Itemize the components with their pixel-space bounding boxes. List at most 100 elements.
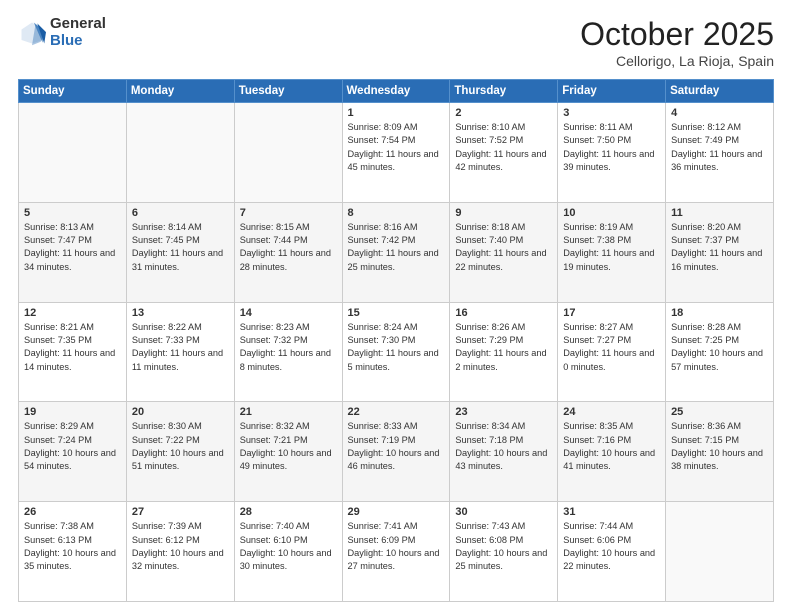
day-header-sunday: Sunday xyxy=(19,80,127,103)
day-info: Sunrise: 7:43 AMSunset: 6:08 PMDaylight:… xyxy=(455,520,552,573)
logo: General Blue xyxy=(18,16,106,49)
day-info: Sunrise: 8:11 AMSunset: 7:50 PMDaylight:… xyxy=(563,121,660,174)
calendar-week-5: 26 Sunrise: 7:38 AMSunset: 6:13 PMDayligh… xyxy=(19,502,774,602)
day-number: 20 xyxy=(132,406,229,418)
day-header-thursday: Thursday xyxy=(450,80,558,103)
calendar-cell: 24Sunrise: 8:35 AMSunset: 7:16 PMDayligh… xyxy=(558,402,666,502)
day-info: Sunrise: 8:35 AMSunset: 7:16 PMDaylight:… xyxy=(563,420,660,473)
day-info: Sunrise: 8:29 AMSunset: 7:24 PMDaylight:… xyxy=(24,420,121,473)
calendar-cell: 2 Sunrise: 8:10 AMSunset: 7:52 PMDaylight… xyxy=(450,103,558,203)
day-number: 12 xyxy=(24,307,121,319)
calendar-cell: 11 Sunrise: 8:20 AMSunset: 7:37 PMDayligh… xyxy=(666,202,774,302)
day-number: 31 xyxy=(563,506,660,518)
day-number: 9 xyxy=(455,207,552,219)
day-info: Sunrise: 7:38 AMSunset: 6:13 PMDaylight:… xyxy=(24,520,121,573)
day-info: Sunrise: 7:44 AMSunset: 6:06 PMDaylight:… xyxy=(563,520,660,573)
calendar-header-row: SundayMondayTuesdayWednesdayThursdayFrid… xyxy=(19,80,774,103)
day-info: Sunrise: 7:40 AMSunset: 6:10 PMDaylight:… xyxy=(240,520,337,573)
day-header-friday: Friday xyxy=(558,80,666,103)
day-number: 6 xyxy=(132,207,229,219)
day-info: Sunrise: 8:34 AMSunset: 7:18 PMDaylight:… xyxy=(455,420,552,473)
day-info: Sunrise: 8:12 AMSunset: 7:49 PMDaylight:… xyxy=(671,121,768,174)
day-number: 30 xyxy=(455,506,552,518)
calendar-cell: 6 Sunrise: 8:14 AMSunset: 7:45 PMDaylight… xyxy=(126,202,234,302)
day-info: Sunrise: 8:32 AMSunset: 7:21 PMDaylight:… xyxy=(240,420,337,473)
day-number: 16 xyxy=(455,307,552,319)
day-number: 28 xyxy=(240,506,337,518)
day-info: Sunrise: 8:28 AMSunset: 7:25 PMDaylight:… xyxy=(671,321,768,374)
day-info: Sunrise: 8:19 AMSunset: 7:38 PMDaylight:… xyxy=(563,221,660,274)
calendar-cell: 30 Sunrise: 7:43 AMSunset: 6:08 PMDayligh… xyxy=(450,502,558,602)
calendar-cell: 16 Sunrise: 8:26 AMSunset: 7:29 PMDayligh… xyxy=(450,302,558,402)
calendar-cell: 9 Sunrise: 8:18 AMSunset: 7:40 PMDaylight… xyxy=(450,202,558,302)
calendar-cell: 25 Sunrise: 8:36 AMSunset: 7:15 PMDayligh… xyxy=(666,402,774,502)
calendar-week-1: 1 Sunrise: 8:09 AMSunset: 7:54 PMDaylight… xyxy=(19,103,774,203)
calendar-cell xyxy=(666,502,774,602)
calendar-cell: 1 Sunrise: 8:09 AMSunset: 7:54 PMDaylight… xyxy=(342,103,450,203)
day-info: Sunrise: 8:20 AMSunset: 7:37 PMDaylight:… xyxy=(671,221,768,274)
calendar-cell: 22Sunrise: 8:33 AMSunset: 7:19 PMDayligh… xyxy=(342,402,450,502)
day-number: 14 xyxy=(240,307,337,319)
calendar-cell: 23 Sunrise: 8:34 AMSunset: 7:18 PMDayligh… xyxy=(450,402,558,502)
title-block: October 2025 Cellorigo, La Rioja, Spain xyxy=(580,16,774,69)
calendar-cell xyxy=(234,103,342,203)
day-info: Sunrise: 7:41 AMSunset: 6:09 PMDaylight:… xyxy=(348,520,445,573)
calendar-cell: 17 Sunrise: 8:27 AMSunset: 7:27 PMDayligh… xyxy=(558,302,666,402)
day-number: 2 xyxy=(455,107,552,119)
calendar-cell: 13 Sunrise: 8:22 AMSunset: 7:33 PMDayligh… xyxy=(126,302,234,402)
day-number: 23 xyxy=(455,406,552,418)
day-number: 25 xyxy=(671,406,768,418)
day-info: Sunrise: 8:36 AMSunset: 7:15 PMDaylight:… xyxy=(671,420,768,473)
calendar-cell: 27 Sunrise: 7:39 AMSunset: 6:12 PMDayligh… xyxy=(126,502,234,602)
day-number: 19 xyxy=(24,406,121,418)
day-header-tuesday: Tuesday xyxy=(234,80,342,103)
day-number: 4 xyxy=(671,107,768,119)
day-info: Sunrise: 8:13 AMSunset: 7:47 PMDaylight:… xyxy=(24,221,121,274)
calendar-cell: 28 Sunrise: 7:40 AMSunset: 6:10 PMDayligh… xyxy=(234,502,342,602)
day-info: Sunrise: 8:27 AMSunset: 7:27 PMDaylight:… xyxy=(563,321,660,374)
calendar-cell: 14Sunrise: 8:23 AMSunset: 7:32 PMDayligh… xyxy=(234,302,342,402)
day-info: Sunrise: 8:10 AMSunset: 7:52 PMDaylight:… xyxy=(455,121,552,174)
day-info: Sunrise: 8:14 AMSunset: 7:45 PMDaylight:… xyxy=(132,221,229,274)
day-number: 13 xyxy=(132,307,229,319)
day-info: Sunrise: 8:26 AMSunset: 7:29 PMDaylight:… xyxy=(455,321,552,374)
calendar-cell: 20 Sunrise: 8:30 AMSunset: 7:22 PMDayligh… xyxy=(126,402,234,502)
logo-blue: Blue xyxy=(50,33,106,50)
day-number: 5 xyxy=(24,207,121,219)
day-number: 27 xyxy=(132,506,229,518)
day-number: 17 xyxy=(563,307,660,319)
calendar-cell: 26 Sunrise: 7:38 AMSunset: 6:13 PMDayligh… xyxy=(19,502,127,602)
day-number: 22 xyxy=(348,406,445,418)
calendar-cell: 5 Sunrise: 8:13 AMSunset: 7:47 PMDaylight… xyxy=(19,202,127,302)
day-number: 21 xyxy=(240,406,337,418)
logo-text: General Blue xyxy=(50,16,106,49)
calendar-table: SundayMondayTuesdayWednesdayThursdayFrid… xyxy=(18,79,774,602)
calendar-cell: 21 Sunrise: 8:32 AMSunset: 7:21 PMDayligh… xyxy=(234,402,342,502)
day-number: 1 xyxy=(348,107,445,119)
day-number: 26 xyxy=(24,506,121,518)
month-title: October 2025 xyxy=(580,16,774,53)
page: General Blue October 2025 Cellorigo, La … xyxy=(0,0,792,612)
calendar-week-3: 12Sunrise: 8:21 AMSunset: 7:35 PMDayligh… xyxy=(19,302,774,402)
day-info: Sunrise: 7:39 AMSunset: 6:12 PMDaylight:… xyxy=(132,520,229,573)
day-header-monday: Monday xyxy=(126,80,234,103)
calendar-cell: 29Sunrise: 7:41 AMSunset: 6:09 PMDayligh… xyxy=(342,502,450,602)
day-number: 18 xyxy=(671,307,768,319)
calendar-cell: 12Sunrise: 8:21 AMSunset: 7:35 PMDayligh… xyxy=(19,302,127,402)
day-info: Sunrise: 8:24 AMSunset: 7:30 PMDaylight:… xyxy=(348,321,445,374)
day-info: Sunrise: 8:18 AMSunset: 7:40 PMDaylight:… xyxy=(455,221,552,274)
day-info: Sunrise: 8:16 AMSunset: 7:42 PMDaylight:… xyxy=(348,221,445,274)
day-number: 10 xyxy=(563,207,660,219)
calendar-week-4: 19 Sunrise: 8:29 AMSunset: 7:24 PMDayligh… xyxy=(19,402,774,502)
day-header-wednesday: Wednesday xyxy=(342,80,450,103)
calendar-cell: 7Sunrise: 8:15 AMSunset: 7:44 PMDaylight… xyxy=(234,202,342,302)
day-info: Sunrise: 8:15 AMSunset: 7:44 PMDaylight:… xyxy=(240,221,337,274)
calendar-cell: 19 Sunrise: 8:29 AMSunset: 7:24 PMDayligh… xyxy=(19,402,127,502)
day-info: Sunrise: 8:22 AMSunset: 7:33 PMDaylight:… xyxy=(132,321,229,374)
day-number: 11 xyxy=(671,207,768,219)
calendar-cell: 18 Sunrise: 8:28 AMSunset: 7:25 PMDayligh… xyxy=(666,302,774,402)
day-info: Sunrise: 8:09 AMSunset: 7:54 PMDaylight:… xyxy=(348,121,445,174)
calendar-cell: 31 Sunrise: 7:44 AMSunset: 6:06 PMDayligh… xyxy=(558,502,666,602)
calendar-cell: 3Sunrise: 8:11 AMSunset: 7:50 PMDaylight… xyxy=(558,103,666,203)
day-info: Sunrise: 8:30 AMSunset: 7:22 PMDaylight:… xyxy=(132,420,229,473)
